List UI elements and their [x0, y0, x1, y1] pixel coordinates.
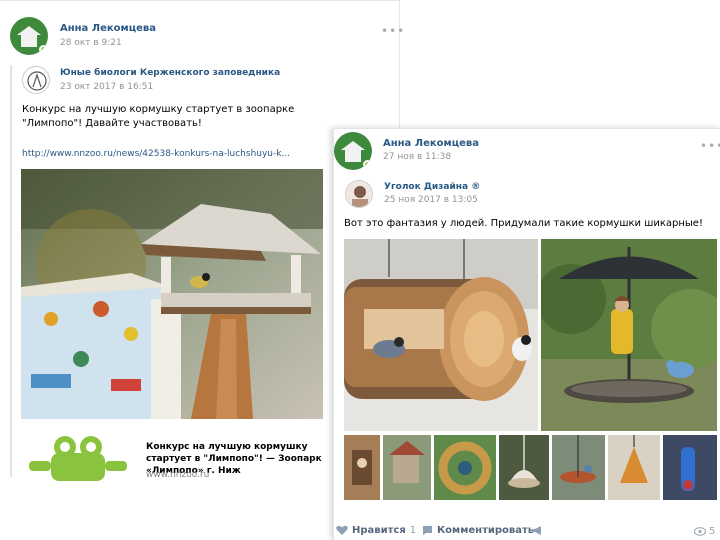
feeder-image	[21, 169, 323, 419]
source-name[interactable]: Юные биологи Керженского заповедника	[60, 68, 280, 78]
like-button[interactable]: Нравится 1	[336, 525, 416, 536]
share-button[interactable]	[531, 525, 543, 536]
like-count: 1	[409, 525, 417, 536]
biologist-logo-icon	[27, 71, 47, 91]
comment-label: Комментировать	[437, 525, 535, 536]
source-date[interactable]: 25 ноя 2017 в 13:05	[384, 195, 478, 205]
thumb-7-image	[663, 435, 717, 500]
share-megaphone-icon	[532, 526, 541, 535]
views-counter: 5	[694, 526, 715, 537]
post-text: Конкурс на лучшую кормушку стартует в зо…	[22, 104, 295, 129]
comment-button[interactable]: Комментировать	[422, 525, 534, 536]
design-corner-logo-icon	[346, 181, 372, 207]
thumb-6-image	[608, 435, 660, 500]
post-text: Вот это фантазия у людей. Придумали таки…	[344, 218, 703, 229]
thumb-5-image	[552, 435, 605, 500]
log-feeder-photo[interactable]	[344, 239, 538, 431]
like-label: Нравится	[352, 525, 406, 536]
author-avatar[interactable]	[10, 17, 48, 55]
thumb-3-image	[434, 435, 496, 500]
frog-logo-icon	[21, 433, 135, 481]
gallery-thumb-2[interactable]	[383, 435, 431, 500]
link-preview-thumbnail[interactable]	[21, 433, 135, 481]
gallery-thumb-6[interactable]	[608, 435, 660, 500]
gallery-thumb-7[interactable]	[663, 435, 717, 500]
author-avatar[interactable]	[334, 132, 372, 170]
source-avatar[interactable]	[345, 180, 373, 208]
post-date[interactable]: 27 ноя в 11:38	[383, 152, 451, 162]
gallery-thumb-1[interactable]	[344, 435, 380, 500]
views-count: 5	[709, 526, 716, 537]
thumb-1-image	[344, 435, 380, 500]
post-link[interactable]: http://www.nnzoo.ru/news/42538-konkurs-n…	[22, 149, 290, 159]
source-date[interactable]: 23 окт 2017 в 16:51	[60, 82, 153, 92]
post-date[interactable]: 28 окт в 9:21	[60, 38, 122, 48]
umbrella-feeder-photo[interactable]	[541, 239, 717, 431]
umbrella-feeder-image	[541, 239, 717, 431]
gallery-thumb-5[interactable]	[552, 435, 605, 500]
online-indicator-icon	[39, 45, 48, 54]
link-preview-domain[interactable]: www.nnzoo.ru	[146, 470, 209, 480]
feeder-photo[interactable]	[21, 169, 323, 419]
author-name[interactable]: Анна Лекомцева	[383, 138, 479, 149]
gallery-thumb-4[interactable]	[499, 435, 549, 500]
comment-icon	[423, 526, 432, 535]
more-options-icon[interactable]: •••	[700, 139, 720, 153]
heart-icon	[336, 525, 348, 535]
more-options-icon[interactable]: •••	[381, 24, 405, 38]
source-name[interactable]: Уголок Дизайна ®	[384, 182, 480, 192]
eye-icon	[694, 527, 706, 536]
author-name[interactable]: Анна Лекомцева	[60, 23, 156, 34]
repost-divider	[10, 65, 12, 477]
online-indicator-icon	[363, 160, 372, 169]
log-feeder-image	[344, 239, 538, 431]
gallery-thumb-3[interactable]	[434, 435, 496, 500]
thumb-2-image	[383, 435, 431, 500]
source-avatar[interactable]	[22, 66, 50, 94]
thumb-4-image	[499, 435, 549, 500]
post-card-2: Анна Лекомцева 27 ноя в 11:38 ••• Уголок…	[333, 128, 720, 540]
